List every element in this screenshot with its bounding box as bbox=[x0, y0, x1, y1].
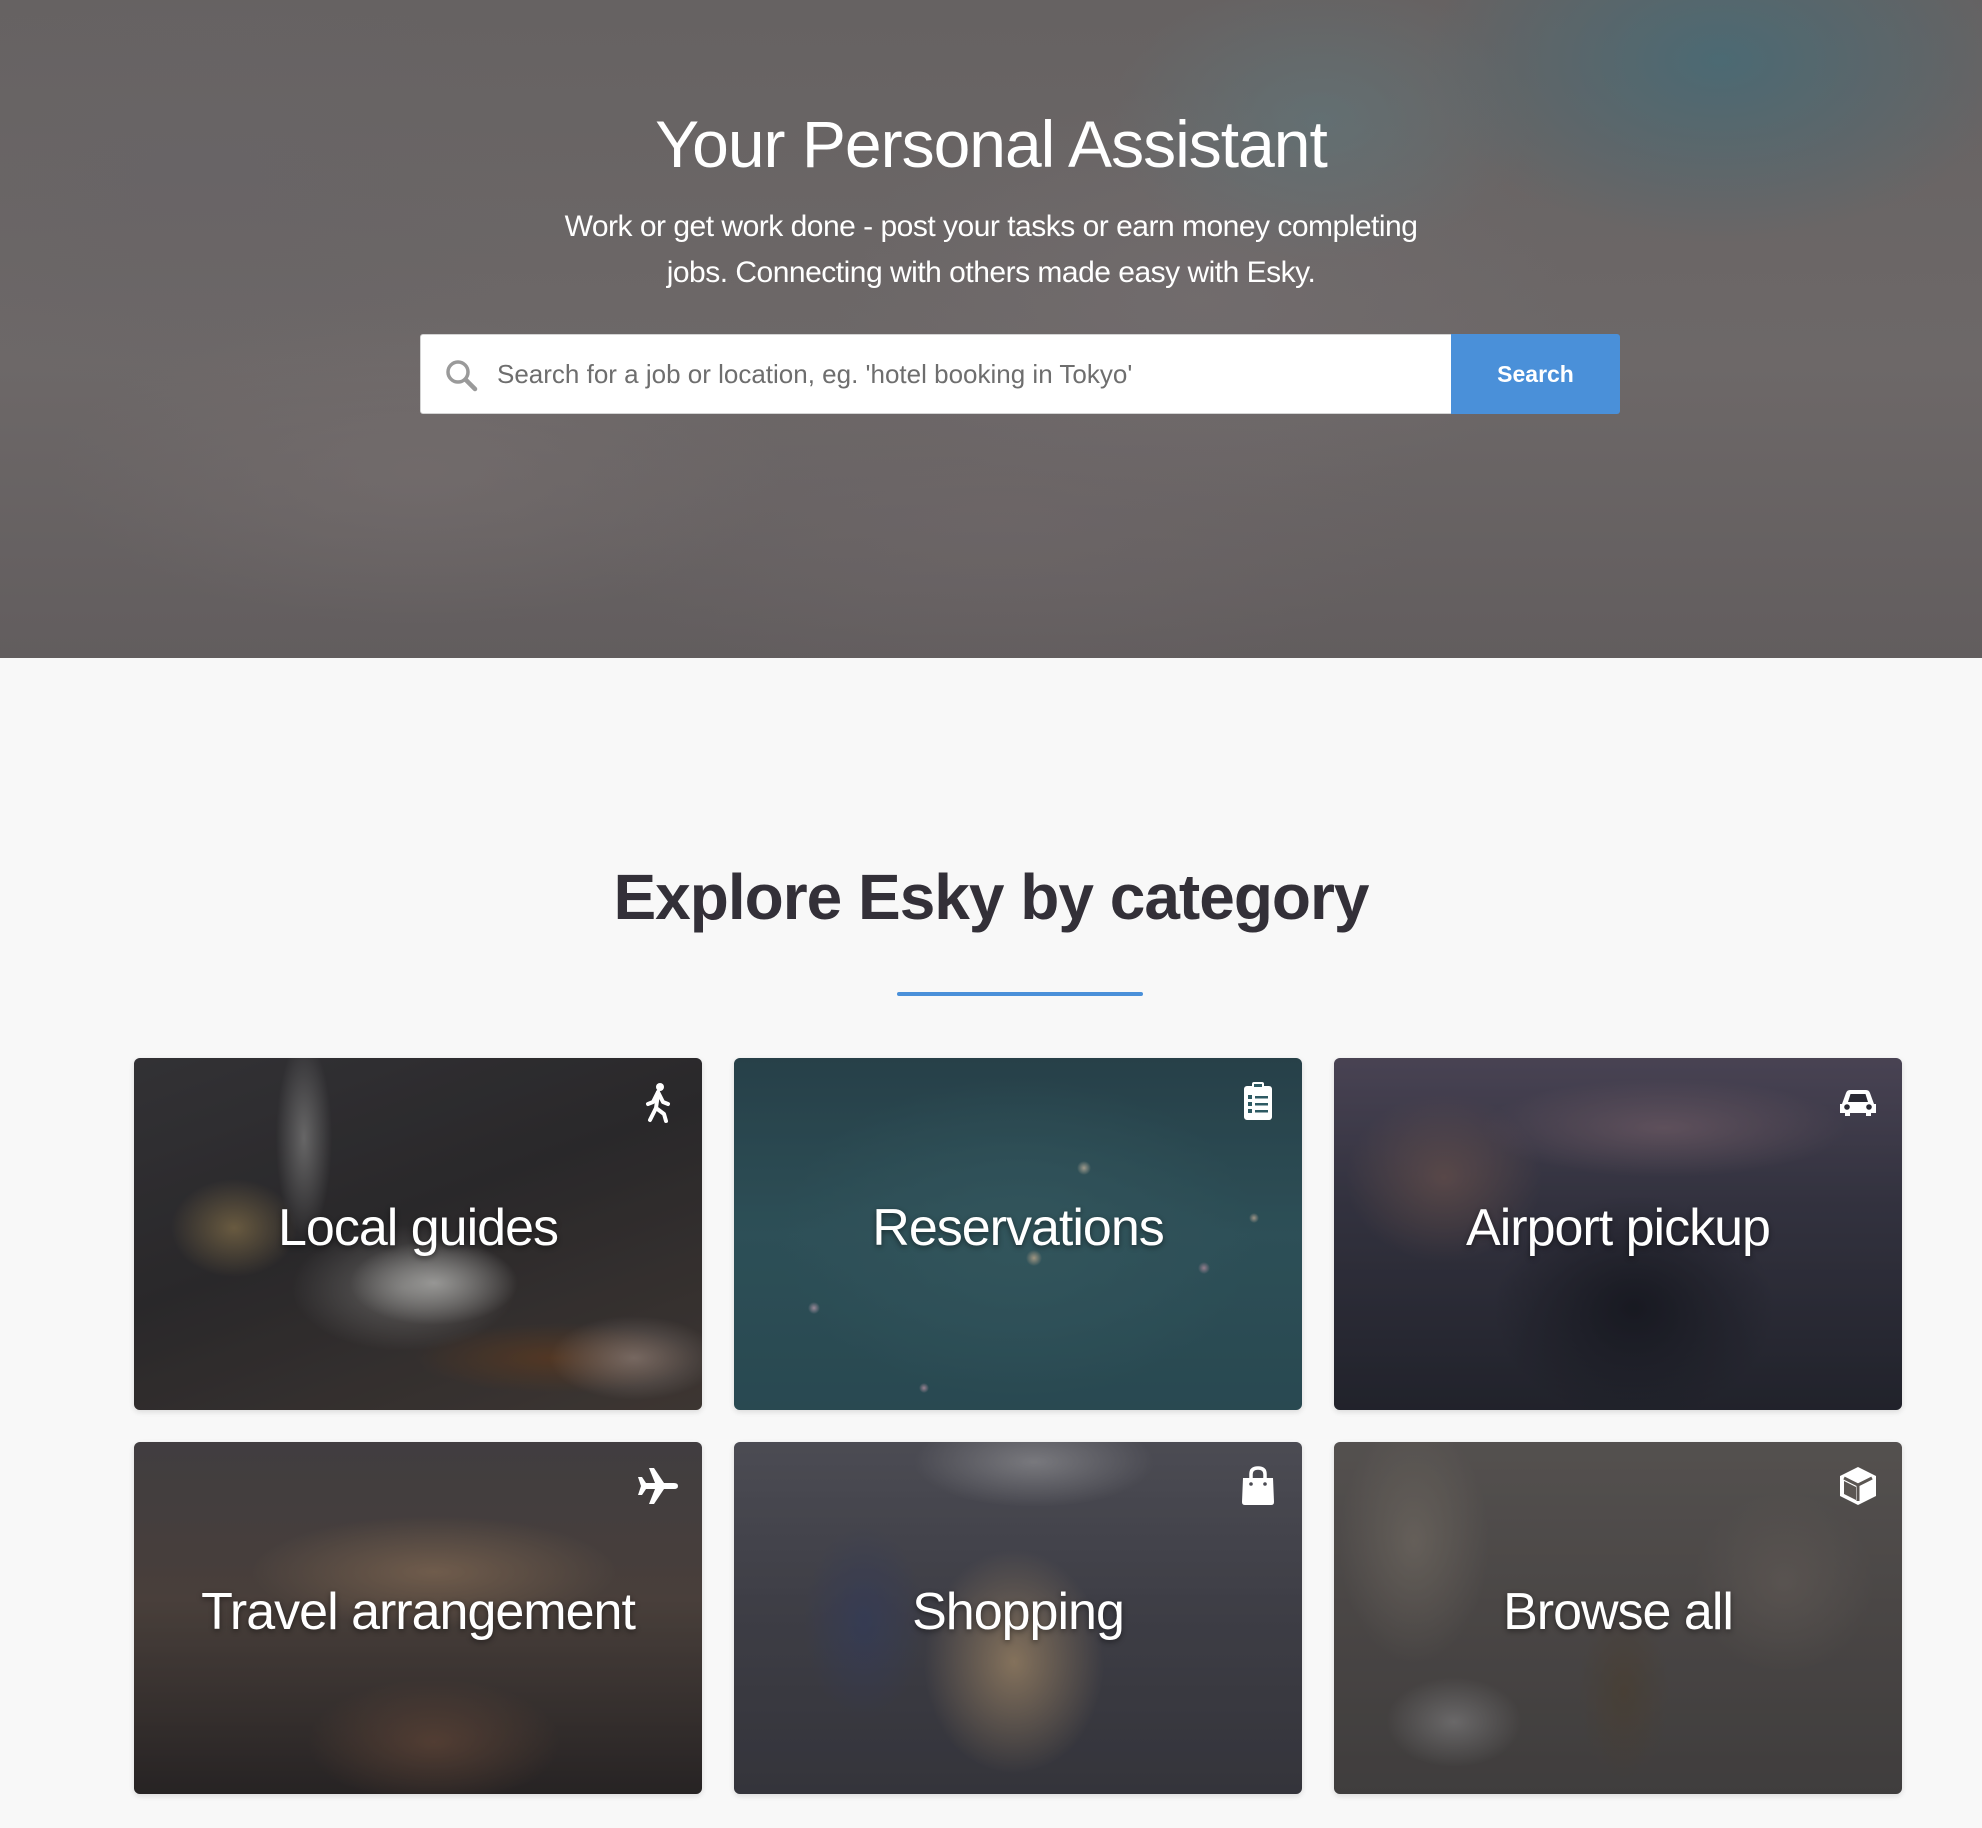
hero-subtitle-line-1: Work or get work done - post your tasks … bbox=[564, 210, 1418, 243]
hero-subtitle-line-2: jobs. Connecting with others made easy w… bbox=[666, 256, 1316, 289]
search-box[interactable] bbox=[420, 334, 1452, 414]
search-input[interactable] bbox=[497, 335, 1437, 413]
walking-person-icon bbox=[636, 1080, 680, 1124]
clipboard-list-icon bbox=[1236, 1080, 1280, 1124]
category-card-travel-arrangement[interactable]: Travel arrangement bbox=[134, 1442, 702, 1794]
section-divider bbox=[897, 992, 1143, 996]
shopping-bag-icon bbox=[1236, 1464, 1280, 1508]
car-icon bbox=[1836, 1080, 1880, 1124]
hero-banner: Your Personal Assistant Work or get work… bbox=[0, 0, 1982, 658]
card-label: Browse all bbox=[1503, 1583, 1734, 1641]
category-card-reservations[interactable]: Reservations bbox=[734, 1058, 1302, 1410]
card-label: Shopping bbox=[912, 1583, 1125, 1641]
card-label: Airport pickup bbox=[1466, 1199, 1771, 1257]
category-card-local-guides[interactable]: Local guides bbox=[134, 1058, 702, 1410]
cube-icon bbox=[1836, 1464, 1880, 1508]
card-label: Reservations bbox=[872, 1199, 1164, 1257]
card-label: Travel arrangement bbox=[201, 1583, 636, 1641]
airplane-icon bbox=[636, 1464, 680, 1508]
category-card-browse-all[interactable]: Browse all bbox=[1334, 1442, 1902, 1794]
category-card-airport-pickup[interactable]: Airport pickup bbox=[1334, 1058, 1902, 1410]
hero-title: Your Personal Assistant bbox=[655, 107, 1328, 181]
card-label: Local guides bbox=[278, 1199, 559, 1257]
hero-subtitle: Work or get work done - post your tasks … bbox=[541, 204, 1441, 296]
search-button[interactable]: Search bbox=[1451, 334, 1620, 414]
search-icon bbox=[443, 357, 479, 393]
section-title: Explore Esky by category bbox=[613, 861, 1369, 933]
category-card-shopping[interactable]: Shopping bbox=[734, 1442, 1302, 1794]
